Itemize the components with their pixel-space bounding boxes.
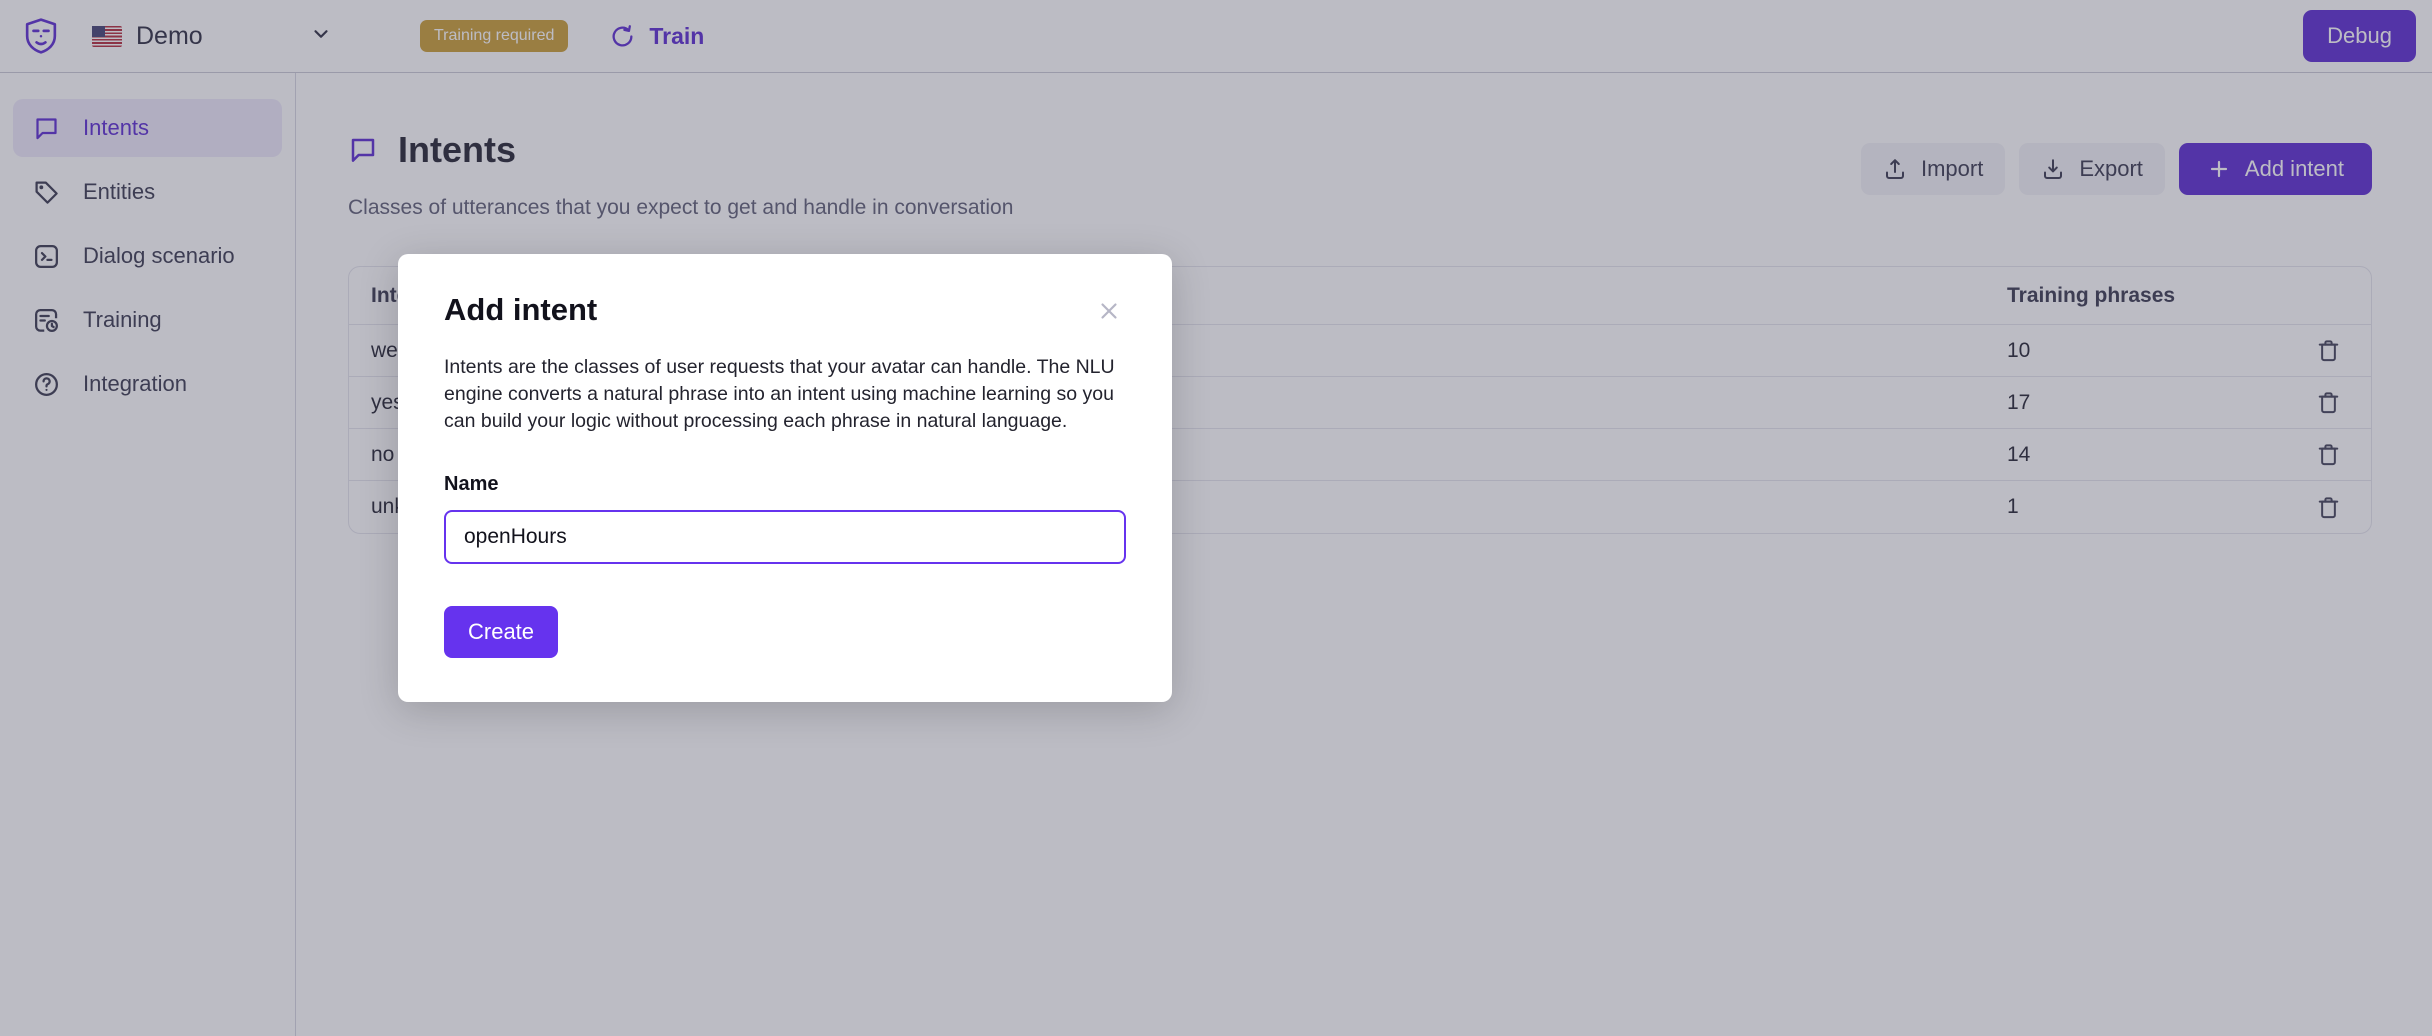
modal-overlay[interactable] <box>0 0 2432 1036</box>
modal-title: Add intent <box>444 292 598 327</box>
create-button[interactable]: Create <box>444 605 559 658</box>
name-field-label: Name <box>444 472 499 495</box>
close-icon[interactable] <box>1092 294 1126 328</box>
name-input[interactable] <box>444 509 1126 564</box>
modal-header: Add intent <box>444 292 1126 328</box>
modal-description: Intents are the classes of user requests… <box>444 356 1115 432</box>
add-intent-modal: Add intent Intents are the classes of us… <box>398 254 1172 702</box>
